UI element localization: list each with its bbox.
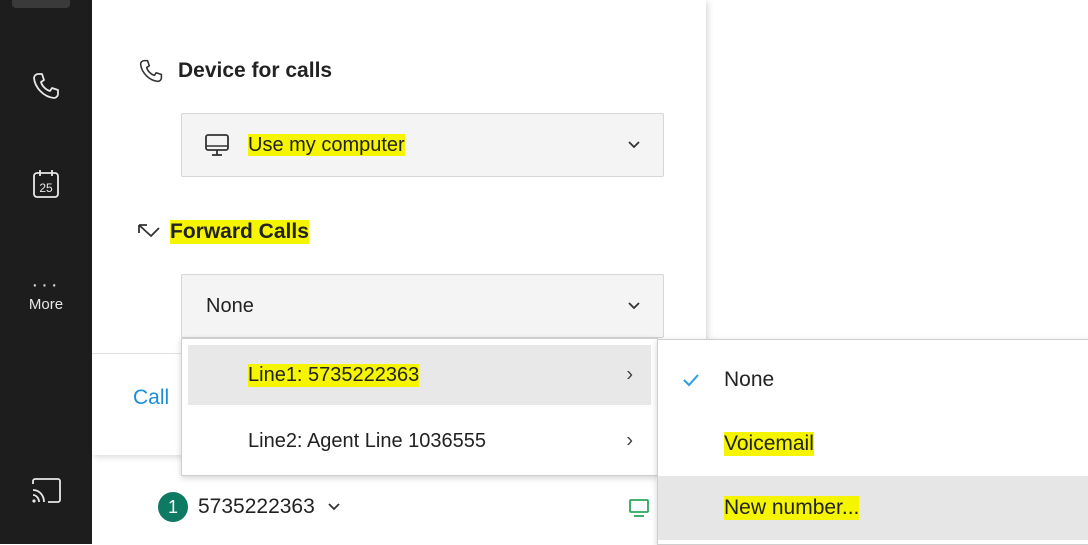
device-for-calls-heading: Device for calls (138, 58, 332, 84)
submenu-item-label: New number... (724, 496, 860, 520)
rail-top-button[interactable] (12, 0, 70, 8)
submenu-item-voicemail[interactable]: Voicemail (658, 412, 1088, 476)
device-for-calls-title: Device for calls (178, 59, 333, 82)
call-link[interactable]: Call (133, 386, 169, 410)
chevron-down-icon (628, 141, 640, 149)
menu-item-label: Line2: Agent Line 1036555 (248, 429, 486, 452)
chevron-down-icon[interactable] (327, 502, 341, 512)
more-label: More (28, 295, 64, 313)
chevron-right-icon: › (626, 363, 633, 386)
cast-icon[interactable] (29, 476, 63, 506)
submenu-item-new-number[interactable]: New number... (658, 476, 1088, 540)
calendar-day-text: 25 (39, 181, 53, 195)
forward-calls-select[interactable]: None (181, 274, 664, 338)
device-select[interactable]: Use my computer (181, 113, 664, 177)
calendar-nav-button[interactable]: 25 (0, 160, 92, 208)
phone-icon (33, 73, 59, 99)
menu-item-line1[interactable]: Line1: 5735222363 › (188, 345, 651, 405)
forward-options-submenu: None Voicemail New number... (657, 339, 1088, 545)
calendar-icon: 25 (33, 170, 59, 198)
left-nav-rail: 25 ··· More (0, 0, 92, 544)
forward-calls-heading: Forward Calls (136, 220, 309, 244)
chevron-down-icon (628, 302, 640, 310)
line-count-badge: 1 (158, 492, 188, 522)
menu-item-line2[interactable]: Line2: Agent Line 1036555 › (188, 411, 651, 471)
forward-icon (136, 221, 162, 243)
calls-nav-button[interactable] (0, 62, 92, 110)
computer-status-icon (629, 499, 649, 517)
checkmark-icon (683, 374, 699, 387)
forward-select-value: None (206, 294, 254, 317)
submenu-item-label: Voicemail (724, 432, 814, 456)
more-nav-button[interactable]: ··· More (0, 266, 92, 326)
panel-divider (706, 8, 707, 348)
more-icon: ··· (31, 273, 61, 296)
line-dropdown-menu: Line1: 5735222363 › Line2: Agent Line 10… (181, 338, 658, 476)
menu-item-label: Line1: 5735222363 (248, 363, 420, 387)
device-select-value: Use my computer (248, 133, 405, 156)
submenu-item-none[interactable]: None (658, 348, 1088, 412)
submenu-item-label: None (724, 368, 775, 391)
phone-icon (138, 58, 164, 84)
line-number[interactable]: 5735222363 (198, 495, 315, 519)
monitor-icon (204, 132, 230, 158)
chevron-right-icon: › (626, 429, 633, 452)
line-status-bar: 1 5735222363 (120, 470, 680, 544)
forward-calls-title: Forward Calls (170, 220, 309, 244)
